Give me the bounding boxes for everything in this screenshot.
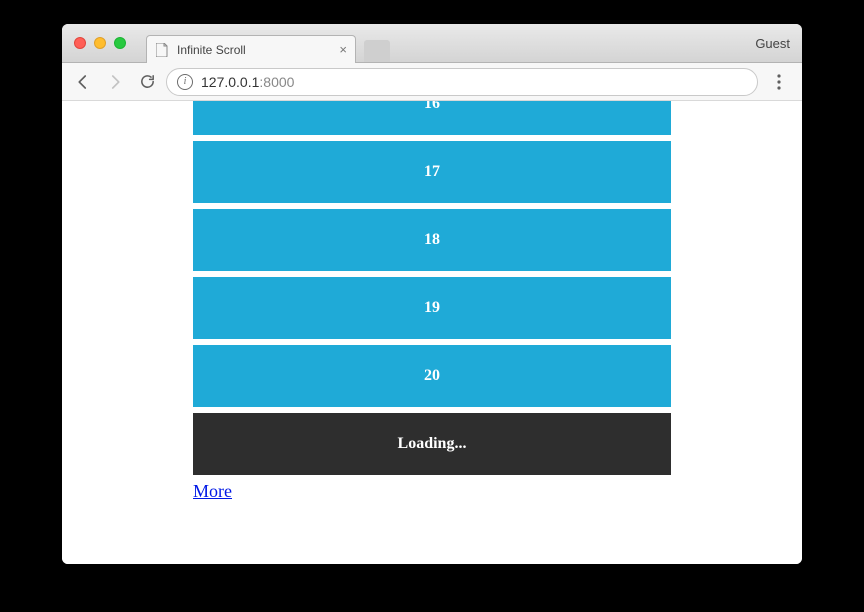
list-item: 17 [193,141,671,203]
browser-menu-button[interactable] [764,68,794,96]
loading-indicator: Loading... [193,413,671,475]
address-bar[interactable]: i 127.0.0.1:8000 [166,68,758,96]
maximize-window-button[interactable] [114,37,126,49]
list-item: 20 [193,345,671,407]
more-link[interactable]: More [193,477,232,502]
browser-window: Infinite Scroll × Guest i 127.0.0.1:8000… [62,24,802,564]
back-button[interactable] [70,69,96,95]
tab-title: Infinite Scroll [177,43,246,57]
reload-button[interactable] [134,69,160,95]
new-tab-button[interactable] [364,40,390,62]
tab-strip: Infinite Scroll × [146,24,390,62]
page-icon [155,43,169,57]
list-item: 19 [193,277,671,339]
site-info-icon[interactable]: i [177,74,193,90]
traffic-lights [62,37,126,49]
url-text: 127.0.0.1:8000 [201,74,294,90]
forward-button[interactable] [102,69,128,95]
content-column: 16 17 18 19 20 Loading... More [193,101,671,502]
minimize-window-button[interactable] [94,37,106,49]
list-item: 18 [193,209,671,271]
toolbar: i 127.0.0.1:8000 [62,63,802,101]
profile-label[interactable]: Guest [755,36,802,51]
list-item: 16 [193,101,671,135]
title-bar: Infinite Scroll × Guest [62,24,802,63]
viewport[interactable]: 16 17 18 19 20 Loading... More [62,101,802,564]
close-window-button[interactable] [74,37,86,49]
close-tab-icon[interactable]: × [339,42,347,57]
browser-tab[interactable]: Infinite Scroll × [146,35,356,63]
